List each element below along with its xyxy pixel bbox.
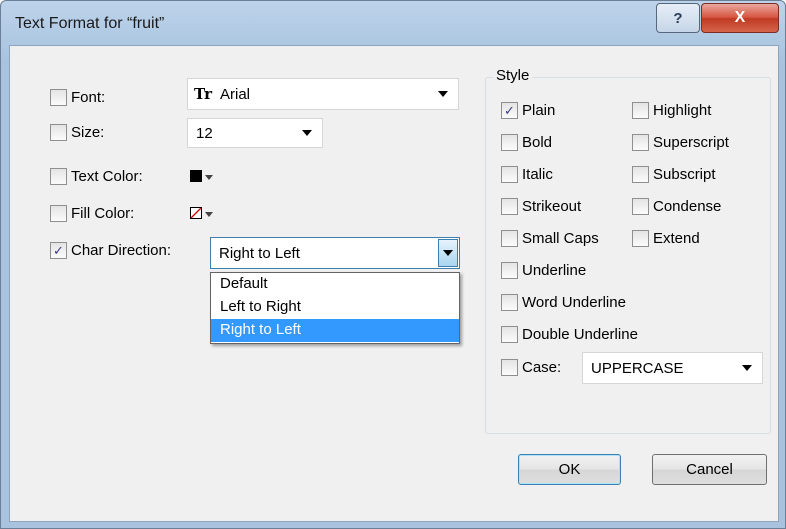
font-checkbox[interactable] [50, 89, 67, 106]
style-strikeout[interactable]: Strikeout [501, 198, 581, 215]
dialog-client-area: Font: Tr Arial Size: 12 Text Color: Fill… [9, 45, 779, 522]
font-select-value: Arial [219, 85, 250, 103]
strikeout-checkbox[interactable] [501, 198, 518, 215]
chevron-down-icon [205, 175, 213, 180]
size-select[interactable]: 12 [187, 118, 323, 148]
case-checkbox[interactable] [501, 359, 518, 376]
style-highlight[interactable]: Highlight [632, 102, 711, 119]
underline-label: Underline [522, 262, 587, 279]
text-color-option[interactable]: Text Color: [50, 168, 143, 185]
word-underline-checkbox[interactable] [501, 294, 518, 311]
underline-checkbox[interactable] [501, 262, 518, 279]
case-select-value: UPPERCASE [591, 359, 684, 377]
ok-button[interactable]: OK [518, 454, 621, 485]
text-color-picker[interactable] [190, 170, 213, 182]
char-direction-option[interactable]: ✓ Char Direction: [50, 242, 171, 259]
small-caps-checkbox[interactable] [501, 230, 518, 247]
text-color-swatch [190, 170, 202, 182]
size-label: Size: [71, 124, 105, 141]
truetype-font-icon: Tr [194, 85, 212, 103]
checkmark-icon: ✓ [53, 243, 64, 258]
dialog-window: Text Format for “fruit” ? X Font: Tr Ari… [0, 0, 786, 529]
font-option[interactable]: Font: [50, 89, 105, 106]
cancel-button[interactable]: Cancel [652, 454, 767, 485]
style-small-caps[interactable]: Small Caps [501, 230, 599, 247]
word-underline-label: Word Underline [522, 294, 626, 311]
italic-checkbox[interactable] [501, 166, 518, 183]
chevron-down-icon [302, 130, 312, 136]
case-select[interactable]: UPPERCASE [582, 352, 763, 384]
text-color-label: Text Color: [71, 168, 143, 185]
char-direction-select[interactable]: Right to Left [210, 237, 460, 269]
style-condense[interactable]: Condense [632, 198, 721, 215]
char-direction-label: Char Direction: [71, 242, 172, 259]
dialog-title: Text Format for “fruit” [15, 15, 165, 32]
style-underline[interactable]: Underline [501, 262, 586, 279]
plain-label: Plain [522, 102, 556, 119]
close-icon: X [734, 9, 746, 26]
style-italic[interactable]: Italic [501, 166, 553, 183]
ok-button-label: OK [558, 461, 581, 478]
size-option[interactable]: Size: [50, 124, 104, 141]
title-bar[interactable]: Text Format for “fruit” ? X [1, 1, 785, 45]
case-label: Case: [522, 359, 562, 376]
highlight-checkbox[interactable] [632, 102, 649, 119]
fill-color-picker[interactable] [190, 207, 213, 219]
style-plain[interactable]: ✓ Plain [501, 102, 555, 119]
style-double-underline[interactable]: Double Underline [501, 326, 638, 343]
style-case[interactable]: Case: [501, 359, 561, 376]
font-label: Font: [71, 89, 106, 106]
style-word-underline[interactable]: Word Underline [501, 294, 626, 311]
style-superscript[interactable]: Superscript [632, 134, 729, 151]
dropdown-option-right-to-left[interactable]: Right to Left [211, 319, 459, 342]
style-subscript[interactable]: Subscript [632, 166, 716, 183]
dropdown-option-default[interactable]: Default [211, 273, 459, 296]
italic-label: Italic [522, 166, 553, 183]
char-direction-checkbox[interactable]: ✓ [50, 242, 67, 259]
subscript-label: Subscript [653, 166, 716, 183]
font-select[interactable]: Tr Arial [187, 78, 459, 110]
style-group-title: Style [493, 67, 533, 84]
size-select-value: 12 [196, 124, 213, 142]
superscript-checkbox[interactable] [632, 134, 649, 151]
char-direction-dropdown-list: Default Left to Right Right to Left [210, 272, 460, 344]
bold-label: Bold [522, 134, 553, 151]
chevron-down-icon [443, 250, 453, 256]
condense-checkbox[interactable] [632, 198, 649, 215]
condense-label: Condense [653, 198, 722, 215]
chevron-down-icon [742, 365, 752, 371]
char-direction-value: Right to Left [219, 244, 300, 262]
cancel-button-label: Cancel [686, 461, 733, 478]
style-bold[interactable]: Bold [501, 134, 552, 151]
small-caps-label: Small Caps [522, 230, 599, 247]
help-button[interactable]: ? [656, 3, 700, 33]
help-icon: ? [673, 9, 683, 27]
fill-color-option[interactable]: Fill Color: [50, 205, 134, 222]
double-underline-label: Double Underline [522, 326, 638, 343]
subscript-checkbox[interactable] [632, 166, 649, 183]
chevron-down-icon [205, 212, 213, 217]
strikeout-label: Strikeout [522, 198, 582, 215]
text-color-checkbox[interactable] [50, 168, 67, 185]
no-fill-icon [190, 207, 202, 219]
style-extend[interactable]: Extend [632, 230, 700, 247]
superscript-label: Superscript [653, 134, 729, 151]
fill-color-checkbox[interactable] [50, 205, 67, 222]
dropdown-button[interactable] [438, 239, 458, 267]
close-button[interactable]: X [701, 3, 779, 33]
extend-checkbox[interactable] [632, 230, 649, 247]
highlight-label: Highlight [653, 102, 712, 119]
bold-checkbox[interactable] [501, 134, 518, 151]
plain-checkbox[interactable]: ✓ [501, 102, 518, 119]
dropdown-option-left-to-right[interactable]: Left to Right [211, 296, 459, 319]
chevron-down-icon [438, 91, 448, 97]
fill-color-label: Fill Color: [71, 205, 135, 222]
checkmark-icon: ✓ [504, 103, 515, 118]
extend-label: Extend [653, 230, 700, 247]
double-underline-checkbox[interactable] [501, 326, 518, 343]
size-checkbox[interactable] [50, 124, 67, 141]
